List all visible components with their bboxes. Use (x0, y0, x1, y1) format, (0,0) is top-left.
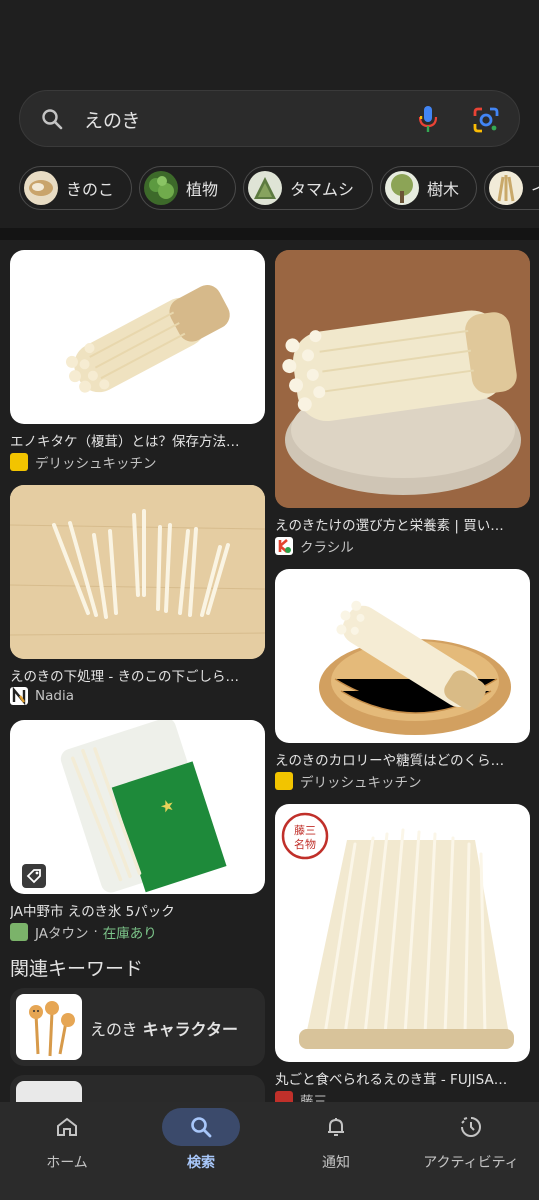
search-icon[interactable] (40, 107, 64, 131)
stock-status: 在庫あり (102, 926, 157, 942)
source-name: 藤三 (300, 1094, 327, 1102)
search-icon (191, 1117, 212, 1138)
result-source: クラシル (275, 536, 354, 556)
result-source: デリッシュキッチン (10, 452, 157, 472)
result-source: デリッシュキッチン (275, 771, 422, 791)
source-name: JAタウン (35, 926, 89, 942)
result-card[interactable]: エノキタケ（榎茸）とは？保存方法… デリッシュキッチン (10, 250, 265, 475)
result-title[interactable]: えのきのカロリーや糖質はどのくら… (275, 749, 530, 769)
search-bar[interactable]: えのき (19, 90, 520, 147)
separator: · (93, 924, 98, 940)
result-source: JAタウン · 在庫あり (10, 922, 157, 942)
chip-tree[interactable]: 樹木 (380, 166, 477, 210)
result-title[interactable]: 丸ごと食べられるえのき茸 - FUJISA… (275, 1068, 530, 1088)
result-source: Nadia (10, 687, 74, 705)
delish-kitchen-favicon (275, 772, 293, 790)
nav-home[interactable]: ホーム (0, 1102, 134, 1200)
result-card[interactable]: えのきのカロリーや糖質はどのくら… デリッシュキッチン (275, 569, 530, 794)
price-tag-icon (22, 864, 46, 888)
microphone-icon[interactable] (417, 104, 439, 134)
activity-icon (461, 1117, 481, 1137)
suggestion-chips: きのこ 植物 タマムシ 樹木 イ (0, 166, 539, 212)
search-header: えのき (0, 0, 539, 160)
result-title[interactable]: エノキタケ（榎茸）とは？保存方法… (10, 430, 265, 450)
nadia-favicon (10, 687, 28, 705)
nav-label: 通知 (322, 1155, 350, 1171)
result-card[interactable]: えのきたけの選び方と栄養素 | 買い… クラシル (275, 250, 530, 556)
chip-label: イ (531, 176, 539, 200)
chip-plant[interactable]: 植物 (139, 166, 236, 210)
nav-label: 検索 (187, 1155, 215, 1171)
source-name: デリッシュキッチン (35, 456, 157, 472)
chip-thumbnail (24, 171, 58, 205)
google-lens-icon[interactable] (472, 106, 500, 134)
chip-thumbnail (144, 171, 178, 205)
fujisan-favicon (275, 1091, 293, 1102)
chip-thumbnail (489, 171, 523, 205)
search-input[interactable]: えのき (84, 106, 140, 133)
related-keyword-thumbnail (16, 994, 82, 1060)
chip-thumbnail (385, 171, 419, 205)
ja-town-favicon (10, 923, 28, 941)
result-card[interactable]: 藤三 名物 丸ごと食べられるえのき茸 - FUJISA… 藤三 (275, 804, 530, 1102)
chip-tamamushi[interactable]: タマムシ (243, 166, 373, 210)
source-name: デリッシュキッチン (300, 775, 422, 791)
result-image[interactable] (10, 485, 265, 659)
result-card[interactable]: ★ JA中野市 えのき氷 5パック JAタウン · 在庫あり (10, 720, 265, 945)
chip-label: 樹木 (427, 180, 460, 199)
result-card[interactable]: えのきの下処理 - きのこの下ごしら… Nadia (10, 485, 265, 710)
chip-label: きのこ (66, 180, 115, 199)
result-image[interactable] (275, 250, 530, 508)
nav-search[interactable]: 検索 (134, 1102, 268, 1200)
source-name: Nadia (35, 688, 74, 704)
delish-kitchen-favicon (10, 453, 28, 471)
result-title[interactable]: えのきの下処理 - きのこの下ごしら… (10, 665, 265, 685)
nav-notifications[interactable]: 通知 (269, 1102, 403, 1200)
source-name: クラシル (300, 540, 354, 556)
chip-more[interactable]: イ (484, 166, 539, 210)
result-title[interactable]: JA中野市 えのき氷 5パック (10, 900, 265, 920)
result-image[interactable] (275, 569, 530, 743)
bell-icon (328, 1118, 344, 1136)
bottom-navigation: ホーム 検索 通知 アクティビティ (0, 1102, 539, 1200)
result-image[interactable] (10, 250, 265, 424)
result-title[interactable]: えのきたけの選び方と栄養素 | 買い… (275, 514, 530, 534)
related-keywords-heading: 関連キーワード (10, 958, 144, 980)
related-keyword-item[interactable]: えのき キャラクター (10, 988, 265, 1066)
chip-kinoko[interactable]: きのこ (19, 166, 132, 210)
svg-text:名物: 名物 (294, 837, 316, 851)
home-icon (57, 1117, 77, 1136)
chip-thumbnail (248, 171, 282, 205)
nav-label: ホーム (46, 1155, 88, 1171)
chip-label: 植物 (186, 180, 219, 199)
nav-activity[interactable]: アクティビティ (404, 1102, 538, 1200)
related-keyword-text: えのき キャラクター (90, 1020, 238, 1039)
section-divider (0, 228, 539, 240)
kurashiru-favicon (275, 537, 293, 555)
chip-label: タマムシ (290, 180, 355, 199)
result-image[interactable]: 藤三 名物 (275, 804, 530, 1062)
nav-label: アクティビティ (423, 1155, 519, 1171)
result-image[interactable]: ★ (10, 720, 265, 894)
svg-text:藤三: 藤三 (294, 824, 316, 837)
result-source: 藤三 (275, 1090, 327, 1102)
